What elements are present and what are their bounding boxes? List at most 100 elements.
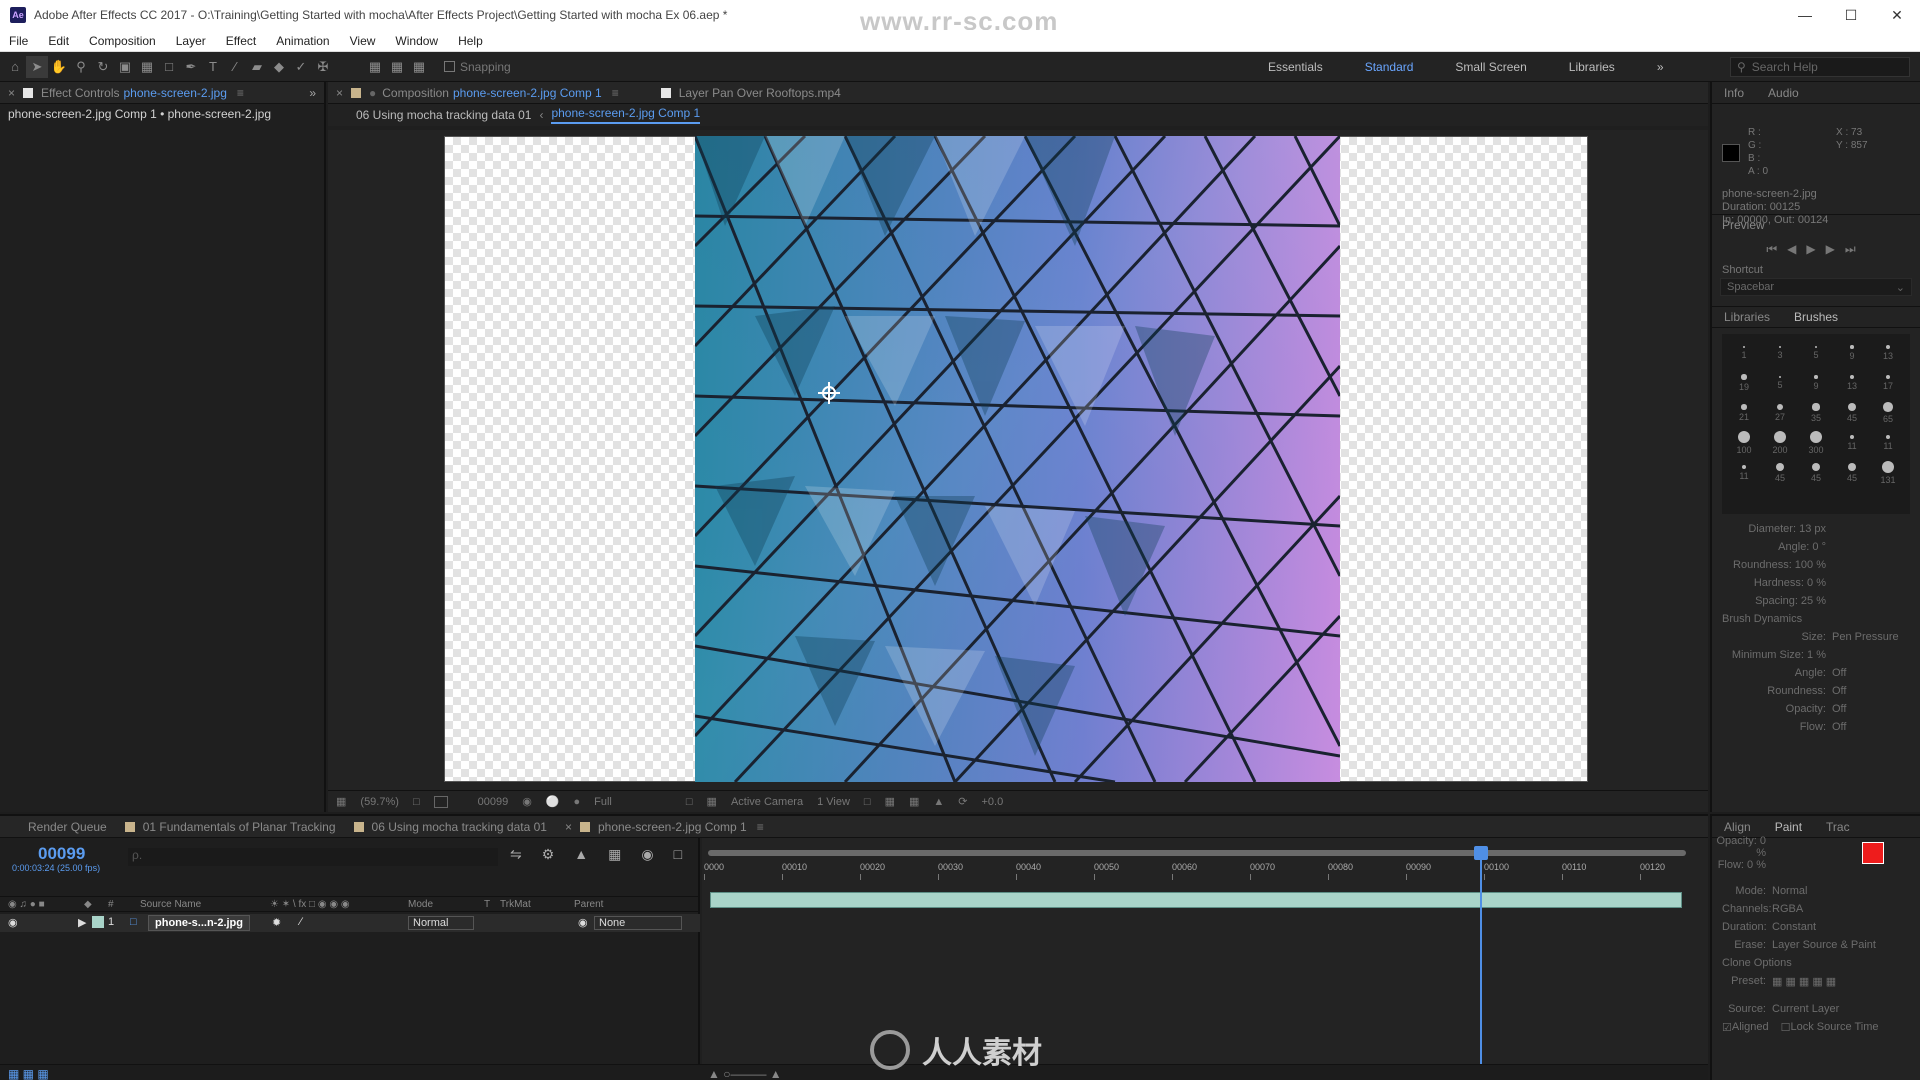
- paint-flow[interactable]: Flow: 0 %: [1712, 856, 1920, 874]
- brush-tip[interactable]: 19: [1726, 368, 1762, 398]
- brush-angle[interactable]: Angle: 0 °: [1712, 538, 1920, 556]
- view-layout-dropdown[interactable]: 1 View: [817, 796, 850, 808]
- previous-frame-icon[interactable]: ◀: [1787, 242, 1806, 256]
- panel-menu-icon[interactable]: ≡: [237, 86, 244, 100]
- brush-tip[interactable]: 21: [1726, 398, 1762, 428]
- menu-edit[interactable]: Edit: [45, 32, 72, 50]
- view-axis-icon[interactable]: ▦: [408, 56, 430, 78]
- anchor-point-icon[interactable]: [818, 382, 840, 404]
- brush-tip[interactable]: 13: [1870, 338, 1906, 368]
- pan-behind-tool-icon[interactable]: ▦: [136, 56, 158, 78]
- resolution-dropdown[interactable]: Full: [594, 796, 612, 808]
- brush-tip[interactable]: 45: [1762, 458, 1798, 488]
- fast-previews-icon[interactable]: ▦: [885, 795, 895, 808]
- close-icon[interactable]: ✕: [1874, 0, 1920, 30]
- tab-brushes[interactable]: Brushes: [1794, 310, 1838, 324]
- tab-layer-viewer[interactable]: Layer Pan Over Rooftops.mp4: [660, 86, 841, 100]
- home-icon[interactable]: ⌂: [4, 56, 26, 78]
- tab-timeline-mocha-data[interactable]: 06 Using mocha tracking data 01: [353, 820, 547, 834]
- brush-tip[interactable]: 45: [1798, 458, 1834, 488]
- camera-dropdown[interactable]: Active Camera: [731, 796, 803, 808]
- color-channel-icon[interactable]: ●: [574, 796, 581, 808]
- puppet-tool-icon[interactable]: ✠: [312, 56, 334, 78]
- brush-tip[interactable]: 100: [1726, 428, 1762, 458]
- panel-menu-icon[interactable]: ≡: [612, 86, 619, 100]
- workspace-standard[interactable]: Standard: [1365, 60, 1414, 74]
- dynamics-roundness[interactable]: Roundness: Off: [1712, 682, 1920, 700]
- brush-tip[interactable]: 45: [1834, 458, 1870, 488]
- exposure-value[interactable]: +0.0: [982, 796, 1004, 808]
- brush-tip[interactable]: 65: [1870, 398, 1906, 428]
- reset-exposure-icon[interactable]: ⟳: [958, 795, 967, 808]
- brush-tip[interactable]: 35: [1798, 398, 1834, 428]
- minimize-icon[interactable]: —: [1782, 0, 1828, 30]
- composition-mini-flowchart-icon[interactable]: ⇋: [510, 846, 522, 863]
- guide-options-icon[interactable]: □: [413, 796, 420, 808]
- menu-animation[interactable]: Animation: [273, 32, 332, 50]
- type-tool-icon[interactable]: T: [202, 56, 224, 78]
- workspace-small-screen[interactable]: Small Screen: [1455, 60, 1526, 74]
- brush-tip[interactable]: 5: [1762, 368, 1798, 398]
- tab-info[interactable]: Info: [1724, 86, 1744, 100]
- paint-channels[interactable]: Channels: RGBA: [1712, 900, 1920, 918]
- paint-opacity[interactable]: Opacity: 0 %: [1712, 835, 1920, 859]
- brush-tip[interactable]: 300: [1798, 428, 1834, 458]
- brush-tip[interactable]: 13: [1834, 368, 1870, 398]
- dynamics-flow[interactable]: Flow: Off: [1712, 718, 1920, 736]
- brush-diameter[interactable]: Diameter: 13 px: [1712, 520, 1920, 538]
- show-snapshot-icon[interactable]: ⚪: [546, 795, 560, 808]
- dynamics-minimum-size[interactable]: Minimum Size: 1 %: [1712, 646, 1920, 664]
- selection-tool-icon[interactable]: ➤: [26, 55, 48, 78]
- brush-tip[interactable]: 45: [1834, 398, 1870, 428]
- menu-composition[interactable]: Composition: [86, 32, 159, 50]
- tab-composition[interactable]: × ● Composition phone-screen-2.jpg Comp …: [336, 86, 619, 100]
- mask-visibility-icon[interactable]: [433, 795, 448, 808]
- play-icon[interactable]: ▶: [1806, 242, 1825, 256]
- brush-tip[interactable]: 200: [1762, 428, 1798, 458]
- brush-tip[interactable]: 5: [1798, 338, 1834, 368]
- menu-view[interactable]: View: [347, 32, 379, 50]
- clone-preset[interactable]: Preset: ▦ ▦ ▦ ▦ ▦: [1712, 972, 1920, 990]
- brush-tip[interactable]: 27: [1762, 398, 1798, 428]
- paint-erase[interactable]: Erase: Layer Source & Paint: [1712, 936, 1920, 954]
- magnification-dropdown[interactable]: (59.7%): [360, 796, 399, 808]
- local-axis-icon[interactable]: ▦: [364, 56, 386, 78]
- snapping-toggle[interactable]: Snapping: [444, 60, 511, 74]
- roto-brush-tool-icon[interactable]: ✓: [290, 56, 312, 78]
- region-of-interest-icon[interactable]: □: [686, 796, 693, 808]
- brush-tip[interactable]: 9: [1834, 338, 1870, 368]
- expand-panels-icon[interactable]: »: [309, 86, 316, 100]
- current-time-indicator[interactable]: [1474, 846, 1488, 1080]
- composition-viewer[interactable]: [328, 130, 1708, 790]
- pen-tool-icon[interactable]: ✒: [180, 56, 202, 78]
- eraser-tool-icon[interactable]: ◆: [268, 56, 290, 78]
- tab-effect-controls[interactable]: × Effect Controls phone-screen-2.jpg ≡: [8, 86, 244, 100]
- rectangle-tool-icon[interactable]: □: [158, 56, 180, 78]
- hide-shy-layers-icon[interactable]: ▲: [574, 846, 588, 863]
- zoom-slider-icon[interactable]: ▲ ○——— ▲: [708, 1067, 782, 1080]
- toggle-switches-icon[interactable]: ▦ ▦ ▦: [8, 1067, 49, 1080]
- menu-file[interactable]: File: [6, 32, 31, 50]
- transparency-grid-icon[interactable]: ▦: [707, 795, 717, 808]
- current-timecode[interactable]: 00099: [38, 844, 85, 864]
- collapse-switch-icon[interactable]: ✹: [272, 916, 281, 929]
- timeline-icon[interactable]: ▦: [909, 795, 919, 808]
- always-preview-icon[interactable]: ▦: [336, 795, 346, 808]
- snapping-checkbox[interactable]: [444, 61, 455, 72]
- shortcut-dropdown[interactable]: Spacebar ⌄: [1720, 278, 1912, 296]
- blend-mode-dropdown[interactable]: Normal: [408, 916, 474, 930]
- brush-tip[interactable]: 1: [1726, 338, 1762, 368]
- tab-timeline-fundamentals[interactable]: 01 Fundamentals of Planar Tracking: [124, 820, 336, 834]
- tab-timeline-comp1[interactable]: × phone-screen-2.jpg Comp 1 ≡: [565, 820, 764, 834]
- menu-layer[interactable]: Layer: [173, 32, 209, 50]
- clone-stamp-tool-icon[interactable]: ▰: [246, 56, 268, 78]
- dynamics-angle[interactable]: Angle: Off: [1712, 664, 1920, 682]
- visibility-eye-icon[interactable]: ◉: [8, 916, 18, 929]
- maximize-icon[interactable]: ☐: [1828, 0, 1874, 30]
- layer-label-swatch[interactable]: [92, 916, 104, 928]
- tab-tracker[interactable]: Trac: [1826, 820, 1850, 834]
- motion-blur-icon[interactable]: ◉: [641, 846, 653, 863]
- layer-name[interactable]: phone-s...n-2.jpg: [148, 915, 250, 931]
- tab-render-queue[interactable]: Render Queue: [28, 820, 107, 834]
- work-area-bar[interactable]: [708, 850, 1686, 856]
